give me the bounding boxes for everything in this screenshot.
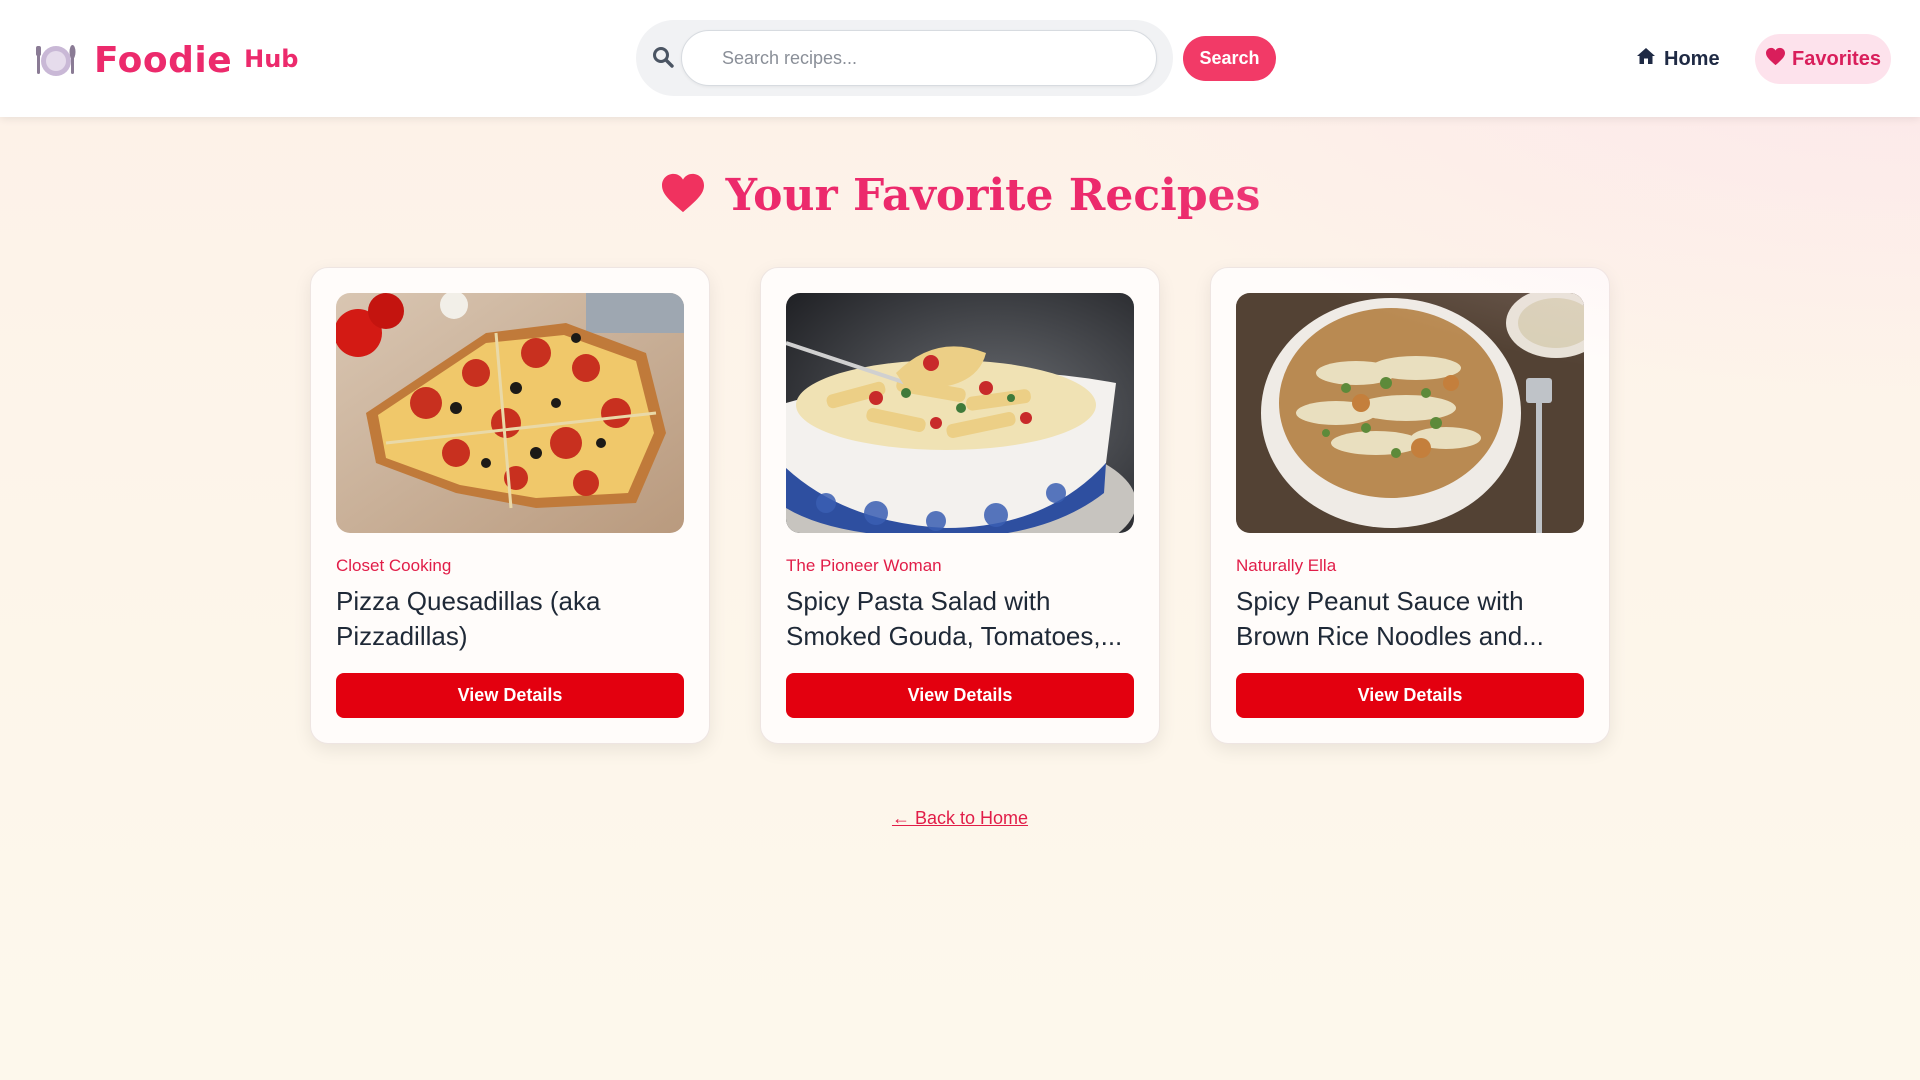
logo-text: Foodie — [94, 39, 233, 81]
nav-home-label: Home — [1664, 47, 1720, 70]
search-input[interactable] — [681, 30, 1157, 86]
page-title: Your Favorite Recipes — [0, 165, 1920, 225]
recipe-source: Naturally Ella — [1236, 556, 1337, 575]
search-bar — [636, 20, 1173, 96]
search-icon — [652, 46, 676, 70]
plate-cutlery-icon — [36, 40, 76, 80]
recipe-source: Closet Cooking — [336, 556, 452, 575]
view-details-button[interactable]: View Details — [1236, 673, 1584, 718]
nav-favorites-link[interactable]: Favorites — [1755, 34, 1891, 84]
recipe-source: The Pioneer Woman — [786, 556, 942, 575]
recipe-title: Spicy Pasta Salad with Smoked Gouda, Tom… — [786, 586, 1123, 651]
search-button[interactable]: Search — [1183, 36, 1276, 81]
nav-home-link[interactable]: Home — [1636, 40, 1720, 78]
view-details-button[interactable]: View Details — [336, 673, 684, 718]
heart-icon — [1765, 47, 1792, 72]
nav-favorites-label: Favorites — [1792, 47, 1881, 70]
home-icon — [1636, 47, 1664, 71]
recipe-title: Pizza Quesadillas (aka Pizzadillas) — [336, 586, 601, 651]
heart-icon — [660, 172, 706, 219]
recipe-card: Naturally Ella Spicy Peanut Sauce with B… — [1210, 267, 1610, 744]
top-header: Foodie Hub Search Home Favorites — [0, 0, 1920, 117]
recipe-title: Spicy Peanut Sauce with Brown Rice Noodl… — [1236, 586, 1544, 651]
back-to-home-link[interactable]: ← Back to Home — [0, 808, 1920, 829]
recipe-image-pizza[interactable] — [336, 293, 684, 533]
recipe-card: Closet Cooking Pizza Quesadillas (aka Pi… — [310, 267, 710, 744]
page-title-text: Your Favorite Recipes — [725, 169, 1261, 221]
logo-subtext: Hub — [244, 45, 299, 73]
recipe-card: The Pioneer Woman Spicy Pasta Salad with… — [760, 267, 1160, 744]
recipe-image-noodles[interactable] — [1236, 293, 1584, 533]
recipe-image-pasta[interactable] — [786, 293, 1134, 533]
view-details-button[interactable]: View Details — [786, 673, 1134, 718]
logo[interactable]: Foodie Hub — [36, 38, 298, 82]
